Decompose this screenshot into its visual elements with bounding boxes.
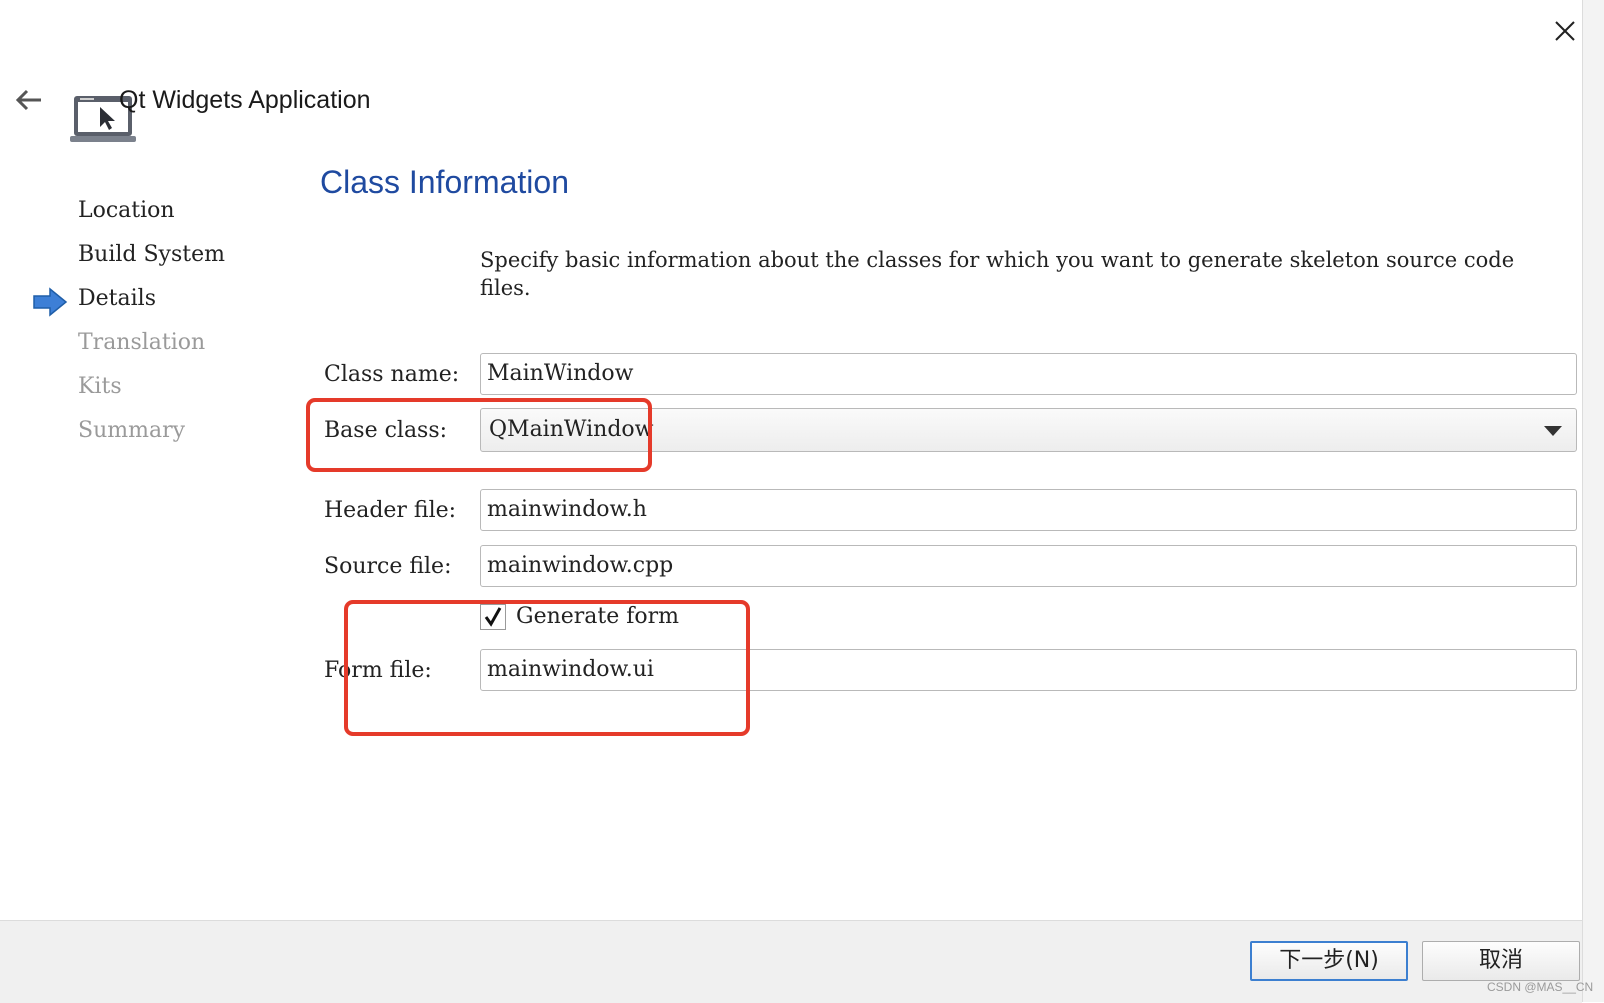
form-file-label: Form file: [324, 658, 432, 683]
source-file-label: Source file: [324, 554, 452, 579]
cancel-button[interactable]: 取消 [1422, 941, 1580, 981]
back-button[interactable] [14, 86, 44, 114]
checkmark-icon [484, 607, 502, 627]
watermark: CSDN @MAS__CN [1487, 980, 1594, 994]
next-button[interactable]: 下一步(N) [1250, 941, 1408, 981]
step-kits: Kits [78, 374, 122, 399]
generate-form-checkbox[interactable] [480, 604, 506, 630]
class-name-input[interactable]: MainWindow [480, 353, 1577, 395]
page-description: Specify basic information about the clas… [480, 248, 1515, 300]
base-class-label: Base class: [324, 418, 448, 443]
header-file-input[interactable]: mainwindow.h [480, 489, 1577, 531]
dropdown-arrow-icon[interactable] [1544, 426, 1562, 436]
class-name-label: Class name: [324, 362, 460, 387]
generate-form-label[interactable]: Generate form [516, 604, 679, 629]
step-location: Location [78, 198, 175, 223]
base-class-combobox[interactable]: QMainWindow [480, 408, 1577, 452]
wizard-title: Qt Widgets Application [119, 86, 371, 114]
close-button[interactable] [1548, 14, 1582, 48]
source-file-input[interactable]: mainwindow.cpp [480, 545, 1577, 587]
step-translation: Translation [78, 330, 206, 355]
form-file-input[interactable]: mainwindow.ui [480, 649, 1577, 691]
page-title: Class Information [320, 164, 569, 200]
close-icon [1555, 21, 1575, 41]
current-step-arrow-icon [33, 287, 68, 317]
window-right-edge [1582, 0, 1604, 1002]
back-arrow-icon [15, 89, 41, 111]
header-file-label: Header file: [324, 498, 457, 523]
base-class-value: QMainWindow [489, 417, 654, 442]
step-details: Details [78, 286, 156, 311]
step-summary: Summary [78, 418, 186, 443]
step-build-system: Build System [78, 242, 225, 267]
